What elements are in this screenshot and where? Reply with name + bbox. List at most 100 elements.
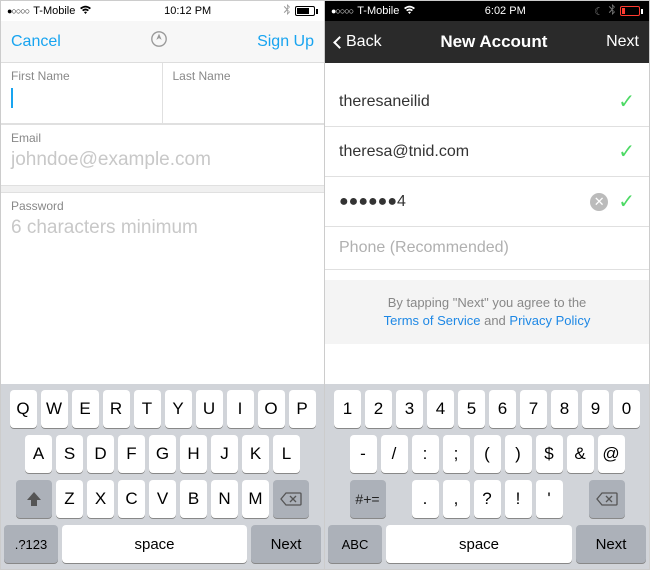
key-h[interactable]: H [180, 435, 207, 473]
email-placeholder: johndoe@example.com [11, 149, 314, 171]
key-u[interactable]: U [196, 390, 223, 428]
clock: 6:02 PM [485, 5, 526, 17]
key-r[interactable]: R [103, 390, 130, 428]
key-([interactable]: ( [474, 435, 501, 473]
key-z[interactable]: Z [56, 480, 83, 518]
clear-icon[interactable]: ✕ [590, 193, 608, 211]
username-value: theresaneilid [339, 93, 618, 111]
key-@[interactable]: @ [598, 435, 625, 473]
key-b[interactable]: B [180, 480, 207, 518]
key-j[interactable]: J [211, 435, 238, 473]
key-9[interactable]: 9 [582, 390, 609, 428]
mode-key[interactable]: ABC [328, 525, 382, 563]
key-:[interactable]: : [412, 435, 439, 473]
tos-link[interactable]: Terms of Service [384, 313, 481, 328]
screen-signup: ●○○○○ T-Mobile 10:12 PM Cancel Sign Up F… [1, 1, 325, 569]
shift-key[interactable] [16, 480, 52, 518]
privacy-link[interactable]: Privacy Policy [509, 313, 590, 328]
screen-newaccount: ●○○○○ T-Mobile 6:02 PM ☾ Back New Accoun… [325, 1, 649, 569]
key-5[interactable]: 5 [458, 390, 485, 428]
key-![interactable]: ! [505, 480, 532, 518]
key-$[interactable]: $ [536, 435, 563, 473]
key-'[interactable]: ' [536, 480, 563, 518]
delete-key[interactable] [589, 480, 625, 518]
back-button[interactable]: Back [335, 33, 382, 51]
key-x[interactable]: X [87, 480, 114, 518]
username-field[interactable]: theresaneilid ✓ [325, 77, 649, 127]
phone-field[interactable]: Phone (Recommended) [325, 227, 649, 270]
key-e[interactable]: E [72, 390, 99, 428]
wifi-icon [403, 5, 416, 18]
key-4[interactable]: 4 [427, 390, 454, 428]
key-;[interactable]: ; [443, 435, 470, 473]
nav-bar: Cancel Sign Up [1, 21, 324, 63]
password-label: Password [11, 199, 314, 213]
key-8[interactable]: 8 [551, 390, 578, 428]
key-0[interactable]: 0 [613, 390, 640, 428]
bluetooth-icon [608, 4, 616, 19]
key-w[interactable]: W [41, 390, 68, 428]
key-o[interactable]: O [258, 390, 285, 428]
key-n[interactable]: N [211, 480, 238, 518]
symbols-key[interactable]: #+= [350, 480, 386, 518]
last-name-field[interactable]: Last Name [163, 63, 325, 123]
key-y[interactable]: Y [165, 390, 192, 428]
password-field[interactable]: ●●●●●●4 ✕ ✓ [325, 177, 649, 227]
battery-icon [620, 6, 643, 16]
key-l[interactable]: L [273, 435, 300, 473]
key-/[interactable]: / [381, 435, 408, 473]
key-2[interactable]: 2 [365, 390, 392, 428]
key-7[interactable]: 7 [520, 390, 547, 428]
divider [1, 185, 324, 193]
key--[interactable]: - [350, 435, 377, 473]
key-1[interactable]: 1 [334, 390, 361, 428]
password-value: ●●●●●●4 [339, 193, 590, 211]
key-v[interactable]: V [149, 480, 176, 518]
moon-icon: ☾ [594, 5, 604, 18]
nav-title: New Account [440, 32, 547, 52]
next-key[interactable]: Next [576, 525, 646, 563]
agree-text: By tapping "Next" you agree to the Terms… [325, 280, 649, 344]
key-d[interactable]: D [87, 435, 114, 473]
key-q[interactable]: Q [10, 390, 37, 428]
key-)[interactable]: ) [505, 435, 532, 473]
email-field[interactable]: Email johndoe@example.com [1, 124, 324, 185]
bluetooth-icon [283, 4, 291, 19]
last-name-label: Last Name [173, 69, 315, 83]
wifi-icon [79, 5, 92, 18]
key-i[interactable]: I [227, 390, 254, 428]
space-key[interactable]: space [386, 525, 572, 563]
mode-key[interactable]: .?123 [4, 525, 58, 563]
cancel-button[interactable]: Cancel [11, 33, 61, 51]
password-placeholder: 6 characters minimum [11, 217, 314, 239]
signal-dots-icon: ●○○○○ [7, 6, 29, 16]
next-button[interactable]: Next [606, 33, 639, 51]
password-field[interactable]: Password 6 characters minimum [1, 193, 324, 253]
key-3[interactable]: 3 [396, 390, 423, 428]
key-6[interactable]: 6 [489, 390, 516, 428]
first-name-field[interactable]: First Name [1, 63, 163, 123]
key-t[interactable]: T [134, 390, 161, 428]
email-field[interactable]: theresa@tnid.com ✓ [325, 127, 649, 177]
key-c[interactable]: C [118, 480, 145, 518]
key-,[interactable]: , [443, 480, 470, 518]
key-p[interactable]: P [289, 390, 316, 428]
key-m[interactable]: M [242, 480, 269, 518]
keyboard-numeric: 1234567890 -/:;()$&@ #+= .,?!' ABC space… [325, 384, 649, 569]
key-&[interactable]: & [567, 435, 594, 473]
form-content: First Name Last Name Email johndoe@examp… [1, 63, 324, 384]
next-key[interactable]: Next [251, 525, 321, 563]
key-g[interactable]: G [149, 435, 176, 473]
chevron-left-icon [333, 36, 346, 49]
key-?[interactable]: ? [474, 480, 501, 518]
key-k[interactable]: K [242, 435, 269, 473]
signup-button[interactable]: Sign Up [257, 33, 314, 51]
key-a[interactable]: A [25, 435, 52, 473]
space-key[interactable]: space [62, 525, 247, 563]
key-.[interactable]: . [412, 480, 439, 518]
key-f[interactable]: F [118, 435, 145, 473]
delete-key[interactable] [273, 480, 309, 518]
key-s[interactable]: S [56, 435, 83, 473]
email-label: Email [11, 131, 314, 145]
keyboard-qwerty: QWERTYUIOP ASDFGHJKL ZXCVBNM .?123 space… [1, 384, 324, 569]
